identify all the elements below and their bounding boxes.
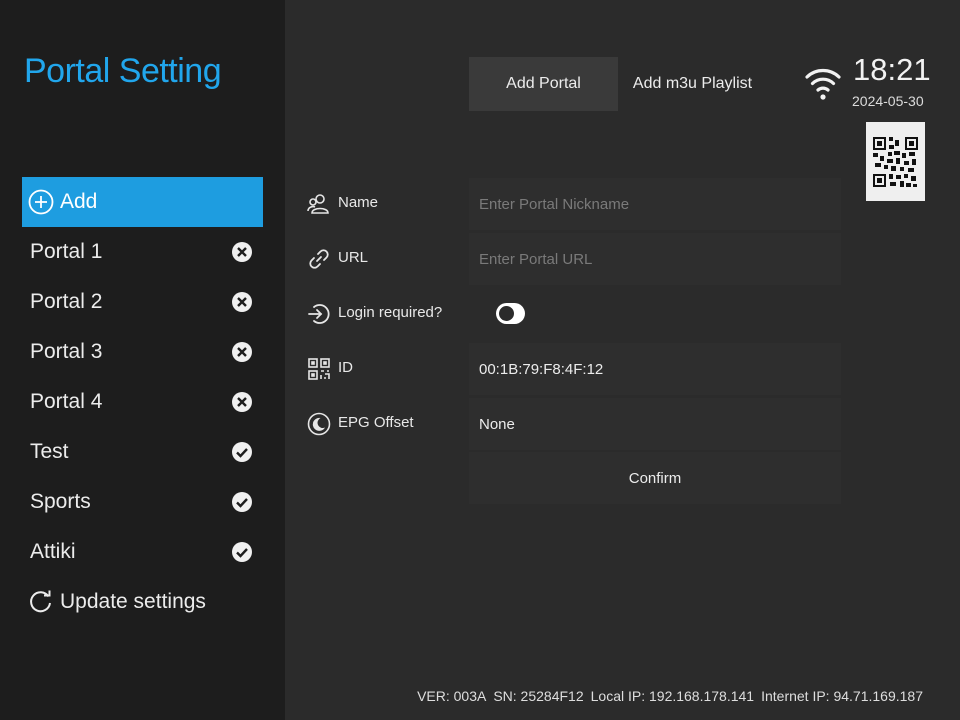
portal-item[interactable]: Attiki — [22, 527, 263, 577]
login-label: Login required? — [338, 304, 443, 321]
portal-label: Portal 3 — [30, 340, 103, 363]
id-label: ID — [338, 359, 353, 376]
portal-menu: Add Portal 1 Portal 2 Portal 3 Portal 4 — [22, 177, 263, 627]
remove-circle-icon[interactable] — [231, 391, 253, 413]
moon-icon — [307, 412, 331, 436]
remove-circle-icon[interactable] — [231, 341, 253, 363]
add-portal-item[interactable]: Add — [22, 177, 263, 227]
epg-label: EPG Offset — [338, 414, 414, 431]
epg-row: EPG Offset None — [307, 398, 843, 450]
name-label: Name — [338, 194, 379, 211]
url-row: URL — [307, 233, 843, 285]
main-panel: Add Portal Add m3u Playlist 18:21 2024-0… — [285, 0, 960, 720]
plus-circle-icon — [28, 189, 54, 215]
link-icon — [307, 247, 331, 271]
check-circle-icon — [231, 441, 253, 463]
tab-add-m3u-playlist[interactable]: Add m3u Playlist — [618, 57, 767, 111]
qr-code-small-icon — [307, 357, 331, 381]
portal-label: Portal 1 — [30, 240, 103, 263]
refresh-icon — [28, 589, 54, 615]
login-row: Login required? — [307, 288, 843, 340]
update-settings-item[interactable]: Update settings — [22, 577, 263, 627]
qr-code-icon — [866, 122, 925, 201]
login-icon — [307, 302, 331, 326]
portal-label: Portal 2 — [30, 290, 103, 313]
version-text: VER: 003A — [417, 688, 487, 704]
portal-item[interactable]: Sports — [22, 477, 263, 527]
update-settings-label: Update settings — [60, 590, 206, 613]
page-title: Portal Setting — [24, 52, 222, 90]
portal-item[interactable]: Portal 3 — [22, 327, 263, 377]
internet-ip-text: Internet IP: 94.71.169.187 — [761, 688, 923, 704]
local-ip-text: Local IP: 192.168.178.141 — [590, 688, 755, 704]
user-group-icon — [307, 192, 331, 216]
clock-date: 2024-05-30 — [852, 93, 924, 109]
sidebar: Portal Setting Add Portal 1 Portal 2 Por… — [0, 0, 285, 720]
epg-select[interactable]: None — [469, 398, 841, 450]
portal-label: Test — [30, 440, 69, 463]
portal-label: Sports — [30, 490, 91, 513]
confirm-button[interactable]: Confirm — [469, 452, 841, 504]
serial-text: SN: 25284F12 — [493, 688, 584, 704]
portal-item[interactable]: Test — [22, 427, 263, 477]
name-input[interactable] — [469, 178, 841, 230]
portal-item[interactable]: Portal 2 — [22, 277, 263, 327]
portal-item[interactable]: Portal 1 — [22, 227, 263, 277]
wifi-icon — [805, 64, 841, 102]
id-row: ID 00:1B:79:F8:4F:12 — [307, 343, 843, 395]
login-toggle[interactable] — [496, 303, 525, 324]
check-circle-icon — [231, 491, 253, 513]
portal-label: Portal 4 — [30, 390, 103, 413]
tab-bar: Add Portal Add m3u Playlist — [469, 57, 767, 111]
add-label: Add — [60, 190, 98, 213]
url-label: URL — [338, 249, 369, 266]
remove-circle-icon[interactable] — [231, 241, 253, 263]
check-circle-icon — [231, 541, 253, 563]
name-row: Name — [307, 178, 843, 230]
id-value: 00:1B:79:F8:4F:12 — [469, 343, 841, 395]
system-info: VER: 003A SN: 25284F12 Local IP: 192.168.1… — [417, 688, 923, 704]
portal-label: Attiki — [30, 540, 76, 563]
url-input[interactable] — [469, 233, 841, 285]
tab-add-portal[interactable]: Add Portal — [469, 57, 618, 111]
portal-item[interactable]: Portal 4 — [22, 377, 263, 427]
remove-circle-icon[interactable] — [231, 291, 253, 313]
clock-time: 18:21 — [853, 52, 931, 87]
